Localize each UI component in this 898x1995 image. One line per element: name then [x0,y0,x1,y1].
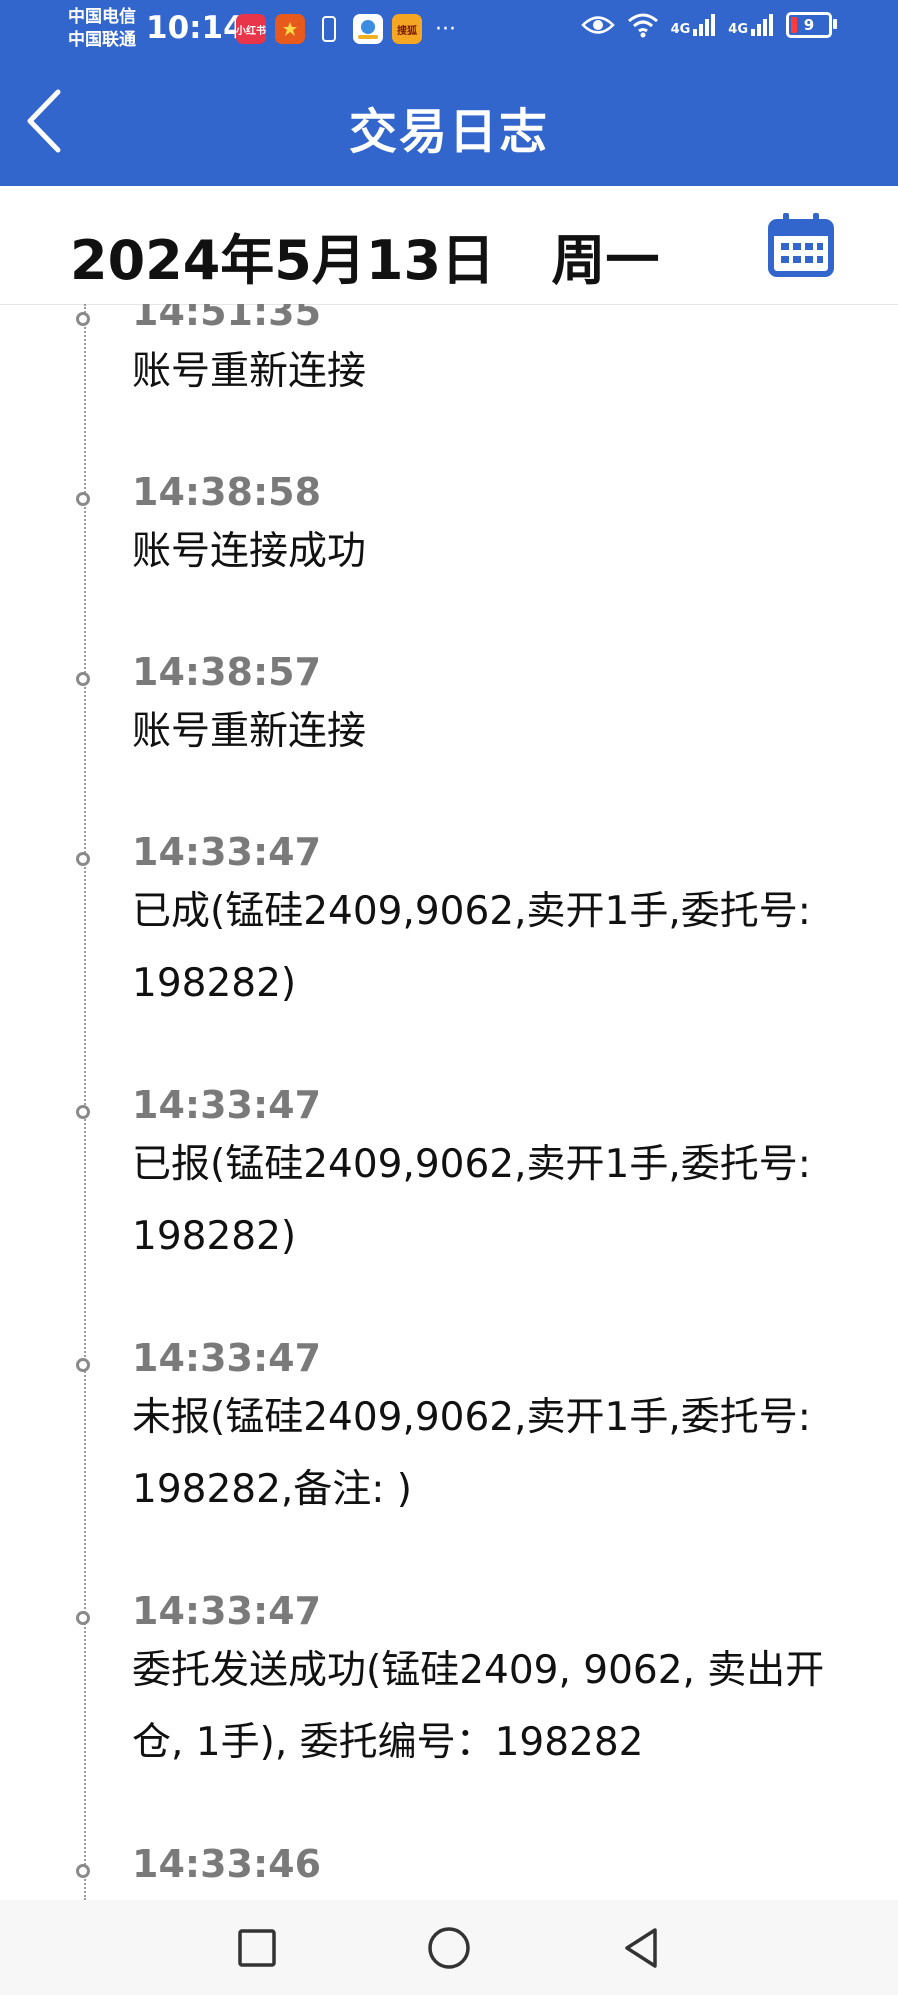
log-message-line: 账号重新连接 [132,709,367,754]
shopping-app-icon [275,14,305,44]
log-message-line: 仓, 1手), 委托编号：198282 [132,1720,644,1765]
log-message-line: 账号连接成功 [132,529,367,574]
timeline-dot-icon [76,1358,90,1372]
carrier-2: 中国联通 [68,30,136,50]
status-bar: 中国电信 中国联通 10:14 小红书 搜狐 ··· 4G 4G 9 [0,0,898,60]
signal-2-icon: 4G [728,13,774,37]
log-time: 14:33:47 [132,1336,322,1380]
carrier-info: 中国电信 中国联通 [68,6,136,52]
weather-app-icon [353,14,383,44]
timeline-dot-icon [76,312,90,326]
home-button[interactable] [425,1924,473,1972]
timeline-line [84,304,86,1900]
log-message: 委托发送成功(锰硅2409, 9062, 卖出开 仓, 1手), 委托编号：19… [132,1635,852,1779]
recents-button[interactable] [233,1924,281,1972]
notification-icons: 小红书 搜狐 ··· [236,14,456,44]
log-message: 账号重新连接 [132,696,852,768]
timeline-dot-icon [76,852,90,866]
calendar-icon [768,213,834,277]
triangle-back-icon [625,1928,657,1968]
page-title: 交易日志 [348,104,549,160]
log-message-line: 198282) [132,1214,297,1259]
more-notifications-icon: ··· [435,16,456,42]
log-message-line: 已报(锰硅2409,9062,卖开1手,委托号: [132,1142,811,1187]
signal-1-icon: 4G [671,13,717,37]
log-message: 账号重新连接 [132,336,852,408]
log-message: 已报(锰硅2409,9062,卖开1手,委托号: 198282) [132,1129,852,1273]
date-bar: 2024年5月13日 周一 [0,186,898,305]
signal-1-label: 4G [670,22,691,37]
timeline-dot-icon [76,672,90,686]
log-message-line: 198282,备注: ) [132,1467,413,1512]
log-message: 账号连接成功 [132,516,852,588]
log-message-line: 未报(锰硅2409,9062,卖开1手,委托号: [132,1395,811,1440]
timeline-dot-icon [76,1864,90,1878]
log-time: 14:33:47 [132,1083,322,1127]
circle-icon [428,1927,470,1969]
battery-level: 9 [803,16,815,34]
log-timeline[interactable]: 14:51:35 账号重新连接 14:38:58 账号连接成功 14:38:57… [0,304,898,1900]
log-time: 14:33:46 [132,1842,322,1886]
system-nav-bar [0,1900,898,1995]
battery-icon: 9 [786,12,837,38]
nav-back-button[interactable] [617,1924,665,1972]
log-message: 未报(锰硅2409,9062,卖开1手,委托号: 198282,备注: ) [132,1382,852,1526]
log-message-line: 账号重新连接 [132,349,367,394]
sohu-app-icon: 搜狐 [392,14,422,44]
timeline-dot-icon [76,492,90,506]
eye-icon [580,16,615,34]
wifi-icon [627,13,658,38]
square-icon [238,1929,276,1967]
carrier-1: 中国电信 [68,7,136,27]
timeline-dot-icon [76,1611,90,1625]
app-header: 中国电信 中国联通 10:14 小红书 搜狐 ··· 4G 4G 9 交易日志 [0,0,898,186]
log-time: 14:51:35 [132,304,322,334]
log-message-line: 委托发送成功(锰硅2409, 9062, 卖出开 [132,1648,825,1693]
log-time: 14:38:57 [132,650,322,694]
xiaohongshu-app-icon: 小红书 [236,14,266,44]
log-time: 14:38:58 [132,470,322,514]
log-message-line: 已成(锰硅2409,9062,卖开1手,委托号: [132,889,811,934]
system-icons: 4G 4G 9 [580,12,837,38]
log-message-line: 198282) [132,961,297,1006]
log-time: 14:33:47 [132,830,322,874]
timeline-dot-icon [76,1105,90,1119]
selected-date: 2024年5月13日 周一 [70,229,660,292]
log-time: 14:33:47 [132,1589,322,1633]
log-message: 已成(锰硅2409,9062,卖开1手,委托号: 198282) [132,876,852,1020]
phone-icon [314,14,344,44]
status-clock: 10:14 [146,10,245,46]
signal-2-label: 4G [728,22,748,37]
calendar-button[interactable] [766,210,836,280]
